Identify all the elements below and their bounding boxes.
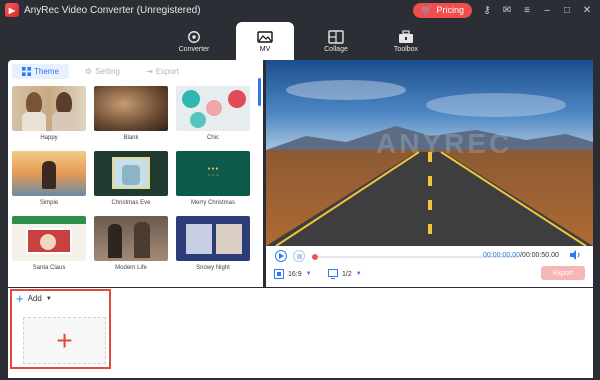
minimize-icon[interactable]: – [540, 3, 554, 17]
menu-icon[interactable]: ≡ [520, 3, 534, 17]
subtab-theme[interactable]: Theme [12, 63, 69, 79]
grid-icon [22, 66, 31, 76]
playback-controls: 00:00:00.00/00:00:50.00 16:9 ▼ 1/2 ▼ Exp… [266, 246, 593, 287]
chevron-down-icon: ▼ [45, 295, 52, 302]
stop-icon [296, 253, 302, 259]
tab-mv[interactable]: MV [236, 22, 294, 60]
toolbox-icon [399, 29, 413, 43]
export-button[interactable]: Export [541, 266, 585, 280]
gear-icon: ⚙ [84, 66, 93, 76]
app-title: AnyRec Video Converter (Unregistered) [24, 4, 201, 16]
tab-converter[interactable]: Converter [165, 22, 223, 60]
aspect-ratio-icon [274, 269, 284, 279]
plus-icon: + [16, 291, 24, 306]
play-icon [279, 253, 284, 259]
theme-thumbnail [94, 86, 168, 131]
pricing-button[interactable]: 🛒 Pricing [413, 2, 472, 18]
theme-label: Christmas Eve [111, 200, 151, 206]
theme-thumbnail [176, 86, 250, 131]
theme-label: Snowy Night [196, 265, 230, 271]
theme-thumbnail [176, 216, 250, 261]
cart-icon: 🛒 [421, 4, 433, 15]
theme-label: Merry Christmas [190, 200, 235, 206]
add-button[interactable]: + Add ▼ [16, 291, 52, 306]
chevron-down-icon: ▼ [355, 271, 362, 277]
time-total: /00:00:50.00 [519, 252, 559, 259]
aspect-ratio-select[interactable]: 16:9 ▼ [274, 269, 312, 279]
add-area-highlight: + Add ▼ + [10, 289, 111, 369]
app-logo: ▶ [5, 3, 19, 17]
key-icon[interactable]: ⚷ [480, 3, 494, 17]
tab-converter-label: Converter [178, 45, 210, 53]
tab-toolbox[interactable]: Toolbox [377, 22, 435, 60]
add-label: Add [27, 294, 42, 303]
main-nav: Converter MV Collage Toolbox [0, 20, 600, 60]
subtab-theme-label: Theme [34, 66, 59, 76]
export-icon: ⇥ [145, 66, 153, 76]
theme-grid: Happy Blank Chic Simple Christmas Eve ♦ … [12, 84, 252, 287]
add-media-dropzone[interactable]: + [23, 317, 106, 364]
tab-collage[interactable]: Collage [307, 22, 365, 60]
theme-santa-claus[interactable]: Santa Claus [12, 216, 86, 271]
chevron-down-icon: ▼ [305, 271, 312, 277]
page-value: 1/2 [342, 270, 352, 278]
stop-button[interactable] [293, 250, 305, 262]
theme-thumbnail [12, 216, 86, 261]
theme-scrollbar[interactable] [258, 78, 261, 106]
theme-christmas-eve[interactable]: Christmas Eve [94, 151, 168, 206]
theme-label: Simple [39, 200, 59, 206]
theme-thumbnail [12, 86, 86, 131]
volume-icon[interactable] [569, 249, 581, 261]
video-preview: ANYREC [266, 60, 593, 246]
tab-toolbox-label: Toolbox [393, 45, 419, 53]
pricing-label: Pricing [436, 5, 464, 15]
play-button[interactable] [275, 250, 287, 262]
theme-merry-christmas[interactable]: ♦ ♦ ♦ ~ ~ ~ Merry Christmas [176, 151, 250, 206]
theme-label: Chic [206, 135, 219, 141]
main-area: Theme ⚙ Setting ⇥ Export Happy Blank Chi… [0, 60, 600, 380]
subtab-setting-label: Setting [95, 66, 120, 76]
theme-label: Santa Claus [32, 265, 66, 271]
feedback-icon[interactable]: ✉ [500, 3, 514, 17]
media-strip: + Add ▼ + [8, 288, 593, 378]
watermark: ANYREC [376, 128, 513, 159]
subtab-export[interactable]: ⇥ Export [136, 64, 189, 79]
add-plus-icon: + [56, 324, 73, 356]
time-current: 00:00:00.00 [483, 252, 520, 259]
timeline-handle[interactable] [312, 254, 318, 260]
subtab-export-label: Export [155, 66, 179, 76]
converter-icon [188, 30, 200, 43]
page-select[interactable]: 1/2 ▼ [328, 269, 362, 279]
theme-chic[interactable]: Chic [176, 86, 250, 141]
theme-label: Happy [40, 135, 58, 141]
theme-thumbnail [12, 151, 86, 196]
theme-simple[interactable]: Simple [12, 151, 86, 206]
mv-icon [257, 30, 273, 43]
theme-happy[interactable]: Happy [12, 86, 86, 141]
tab-collage-label: Collage [324, 45, 348, 53]
theme-thumbnail [94, 151, 168, 196]
merry-christmas-art: ♦ ♦ ♦ ~ ~ ~ [207, 166, 219, 179]
monitor-icon [328, 269, 338, 279]
theme-label: Modern Life [115, 265, 147, 271]
theme-thumbnail: ♦ ♦ ♦ ~ ~ ~ [176, 151, 250, 196]
theme-blank[interactable]: Blank [94, 86, 168, 141]
theme-snowy-night[interactable]: Snowy Night [176, 216, 250, 271]
theme-modern-life[interactable]: Modern Life [94, 216, 168, 271]
time-display: 00:00:00.00/00:00:50.00 [483, 252, 559, 259]
subtab-setting[interactable]: ⚙ Setting [75, 64, 130, 79]
theme-panel: Theme ⚙ Setting ⇥ Export Happy Blank Chi… [8, 60, 263, 287]
collage-icon [328, 29, 344, 44]
aspect-ratio-value: 16:9 [288, 270, 302, 278]
subtabs: Theme ⚙ Setting ⇥ Export [8, 60, 263, 82]
close-icon[interactable]: ✕ [580, 3, 594, 17]
theme-label: Blank [123, 135, 139, 141]
title-bar: ▶ AnyRec Video Converter (Unregistered) … [0, 0, 600, 20]
tab-mv-label: MV [259, 45, 271, 53]
theme-thumbnail [94, 216, 168, 261]
maximize-icon[interactable]: □ [560, 3, 574, 17]
